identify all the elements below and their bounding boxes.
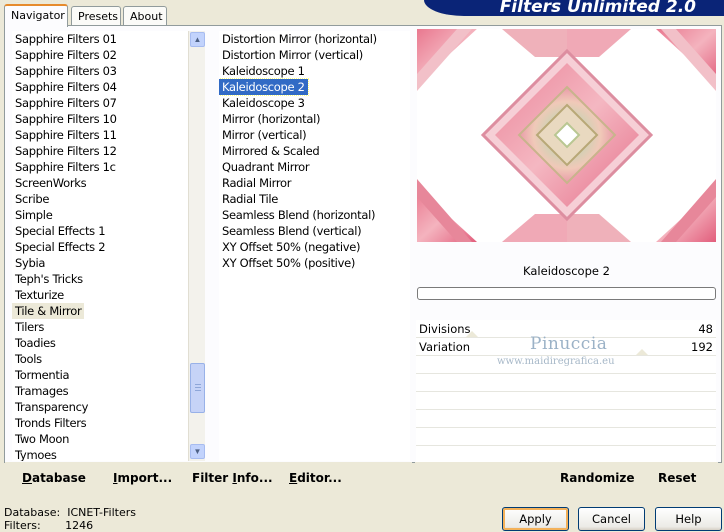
database-button[interactable]: Database [22,471,86,485]
list-item[interactable]: Special Effects 1 [12,223,108,239]
slider-marker [466,331,478,337]
list-item[interactable]: Kaleidoscope 3 [219,95,308,111]
list-item[interactable]: Tymoes [12,447,60,461]
list-item[interactable]: Sapphire Filters 01 [12,31,120,47]
list-item[interactable]: Texturize [12,287,67,303]
list-item[interactable]: Mirror (vertical) [219,127,309,143]
list-item[interactable]: Two Moon [12,431,72,447]
list-item[interactable]: Sapphire Filters 10 [12,111,120,127]
watermark-name: Pinuccia [530,334,608,354]
param-row-empty [416,374,716,392]
list-item[interactable]: Special Effects 2 [12,239,108,255]
list-item[interactable]: Kaleidoscope 2 [219,78,309,96]
list-item[interactable]: Radial Tile [219,191,281,207]
list-item[interactable]: Toadies [12,335,59,351]
tab-about[interactable]: About [123,6,167,26]
list-item[interactable]: ScreenWorks [12,175,89,191]
param-row-empty [416,428,716,446]
list-item[interactable]: Tronds Filters [12,415,89,431]
category-scrollbar[interactable]: ▲ ▼ [188,31,205,461]
param-value: 192 [691,340,713,354]
filter-list[interactable]: Distortion Mirror (horizontal) Distortion… [219,31,410,461]
filter-preview-image [417,29,716,242]
param-label: Divisions [419,322,471,336]
list-item[interactable]: Scribe [12,191,52,207]
param-value: 48 [698,322,713,336]
list-toolbar: Database Import... Filter Info... Editor… [5,462,412,490]
editor-button[interactable]: Editor... [289,471,342,485]
list-item[interactable]: Teph's Tricks [12,271,86,287]
list-item[interactable]: Mirrored & Scaled [219,143,322,159]
randomize-button[interactable]: Randomize [560,471,634,485]
list-item[interactable]: Tilers [12,319,47,335]
slider-marker [636,349,648,355]
param-row-empty [416,410,716,428]
list-item[interactable]: Sybia [12,255,48,271]
list-item[interactable]: Distortion Mirror (horizontal) [219,31,380,47]
cancel-button[interactable]: Cancel [578,507,645,531]
tab-navigator[interactable]: Navigator [4,4,68,27]
list-item[interactable]: Sapphire Filters 04 [12,79,120,95]
list-item[interactable]: Mirror (horizontal) [219,111,323,127]
list-item[interactable]: Sapphire Filters 11 [12,127,120,143]
tab-presets[interactable]: Presets [71,6,121,26]
list-item[interactable]: Simple [12,207,55,223]
scroll-up-button[interactable]: ▲ [190,32,205,47]
list-item[interactable]: Distortion Mirror (vertical) [219,47,366,63]
progress-bar [417,287,716,300]
list-item[interactable]: Sapphire Filters 1c [12,159,119,175]
list-item[interactable]: Seamless Blend (vertical) [219,223,364,239]
list-item[interactable]: Tormentia [12,367,72,383]
param-row-empty [416,392,716,410]
app-title-banner: Filters Unlimited 2.0 [424,0,724,16]
list-item[interactable]: Quadrant Mirror [219,159,312,175]
filter-info-button[interactable]: Filter Info... [192,471,273,485]
list-item[interactable]: Kaleidoscope 1 [219,63,308,79]
list-item[interactable]: Tools [12,351,45,367]
list-item[interactable]: Tramages [12,383,71,399]
list-item[interactable]: Sapphire Filters 02 [12,47,120,63]
list-item[interactable]: Seamless Blend (horizontal) [219,207,378,223]
list-item[interactable]: Sapphire Filters 12 [12,143,120,159]
apply-button[interactable]: Apply [502,507,569,531]
list-item[interactable]: XY Offset 50% (negative) [219,239,363,255]
param-label: Variation [419,340,471,354]
list-item[interactable]: Transparency [12,399,91,415]
status-database: Database: ICNET-Filters [4,506,136,519]
list-item[interactable]: Radial Mirror [219,175,294,191]
list-item[interactable]: Tile & Mirror [12,303,85,319]
category-list[interactable]: Sapphire Filters 01 Sapphire Filters 02 Sa… [12,31,188,461]
help-button[interactable]: Help [655,507,722,531]
scroll-down-button[interactable]: ▼ [190,444,205,459]
list-item[interactable]: Sapphire Filters 07 [12,95,120,111]
list-item[interactable]: XY Offset 50% (positive) [219,255,358,271]
reset-button[interactable]: Reset [658,471,696,485]
import-button[interactable]: Import... [113,471,172,485]
preview-caption: Kaleidoscope 2 [523,264,610,278]
watermark-url: www.maidiregrafica.eu [497,356,615,367]
list-item[interactable]: Sapphire Filters 03 [12,63,120,79]
preview-toolbar: Randomize Reset [415,462,718,490]
scroll-thumb[interactable] [190,363,205,413]
status-filter-count: Filters: 1246 [4,519,94,532]
